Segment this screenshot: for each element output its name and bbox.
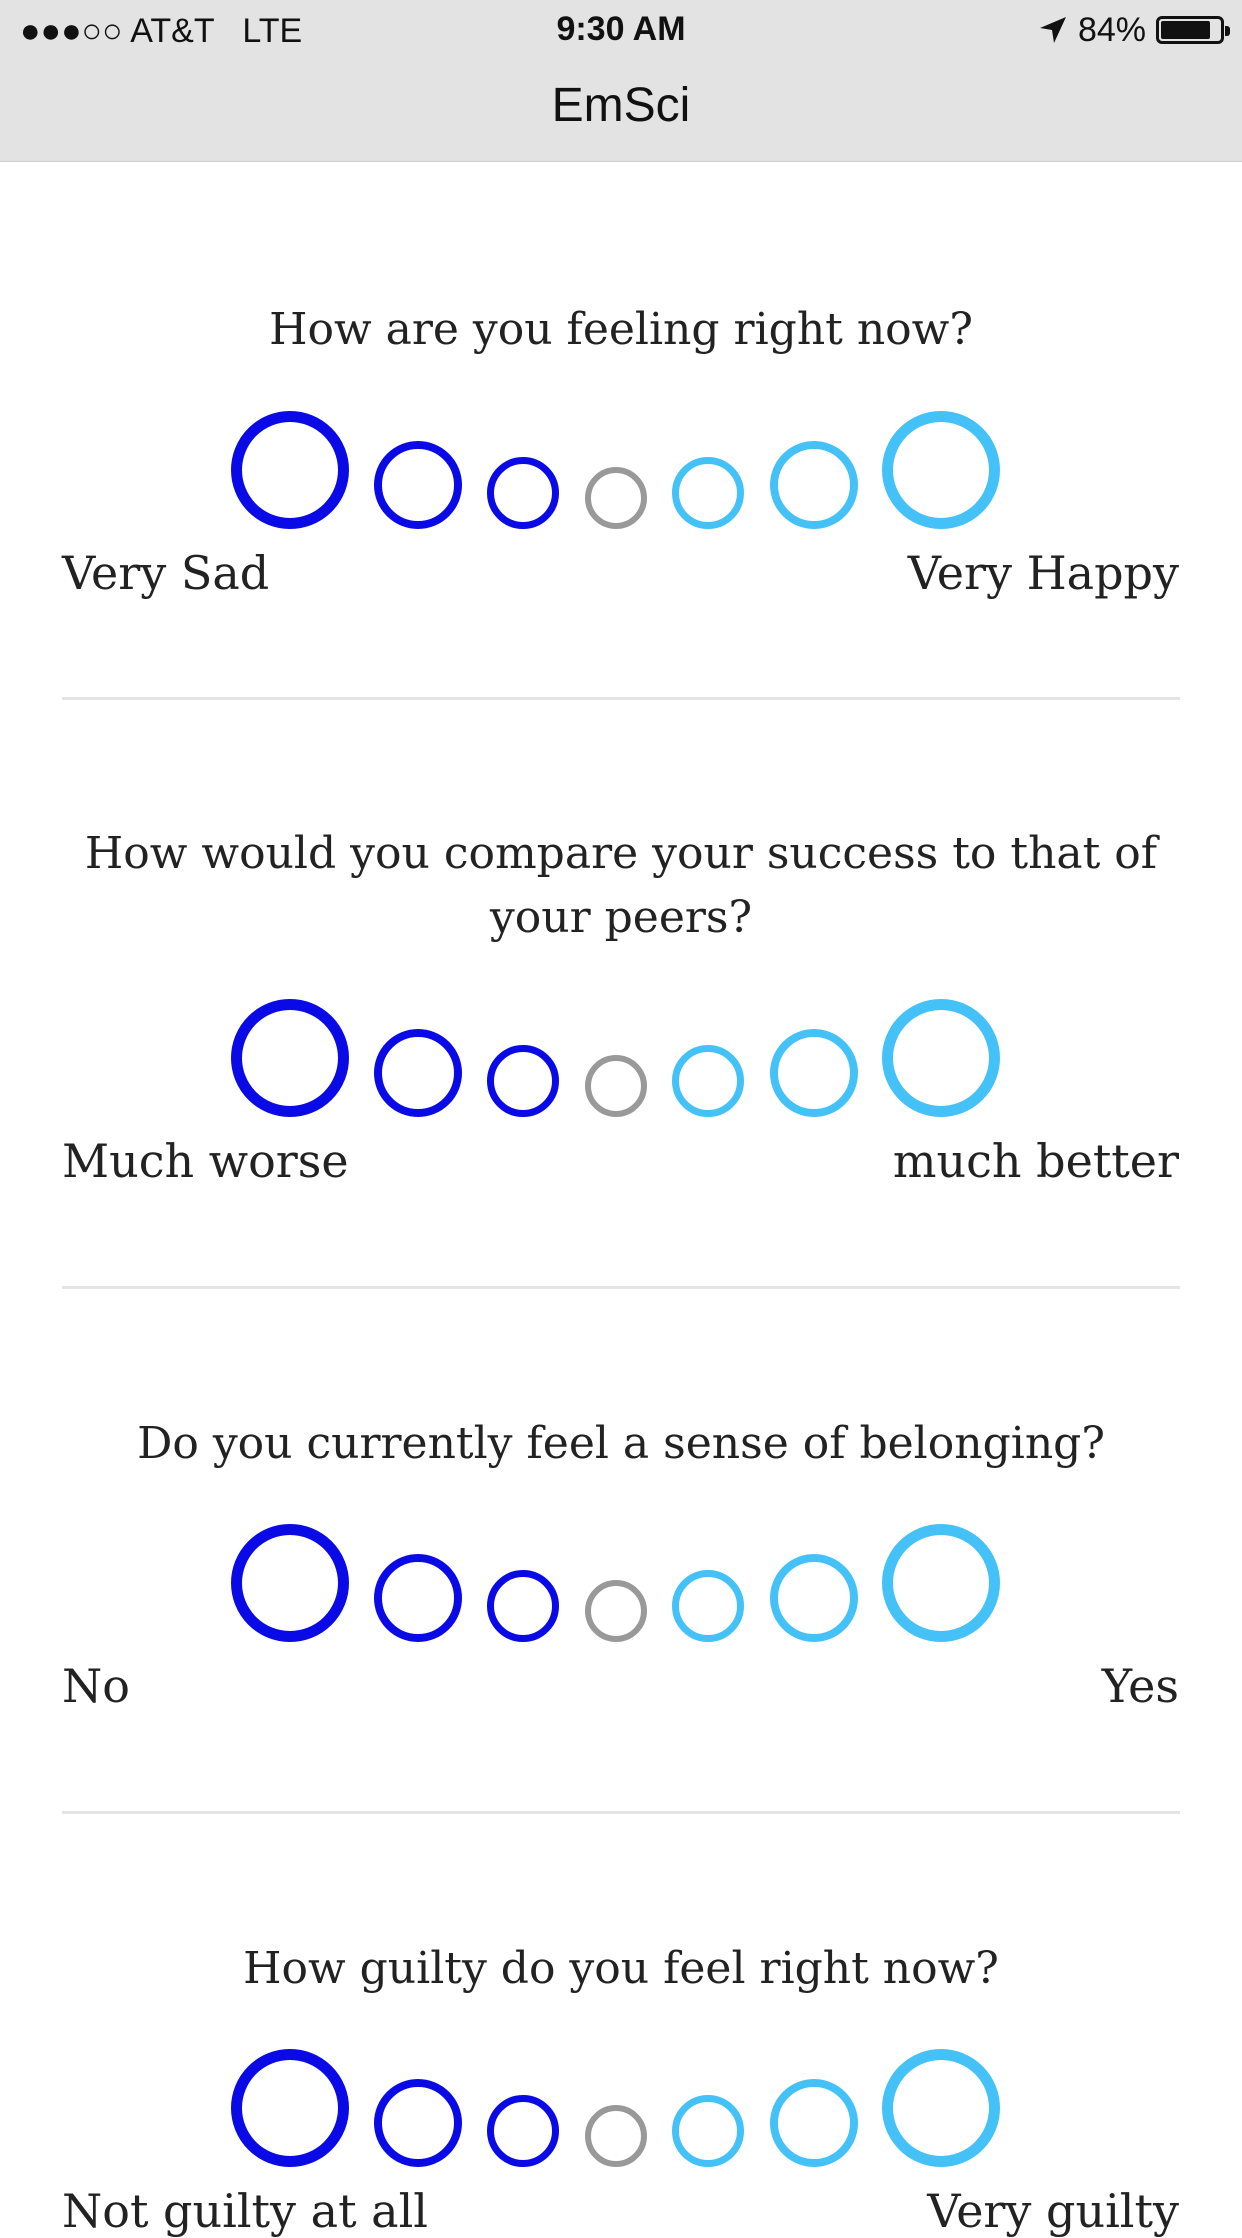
scale-left-label: Very Sad	[62, 546, 270, 600]
rating-option-7[interactable]	[882, 411, 1000, 529]
rating-option-1[interactable]	[231, 1524, 349, 1642]
scale-right-label: Very Happy	[907, 546, 1179, 600]
rating-option-1[interactable]	[231, 411, 349, 529]
rating-option-2[interactable]	[374, 1554, 462, 1642]
top-bar: ●●●○○ AT&T LTE 9:30 AM 84% EmSci	[0, 0, 1242, 162]
battery-icon	[1156, 16, 1230, 44]
rating-option-2[interactable]	[374, 2079, 462, 2167]
location-arrow-icon	[1039, 17, 1066, 43]
status-right-group: 84%	[1038, 10, 1230, 50]
rating-option-5[interactable]	[672, 1570, 744, 1642]
question-text: How are you feeling right now?	[269, 304, 973, 355]
rating-option-1[interactable]	[231, 2049, 349, 2167]
page-title: EmSci	[551, 79, 691, 132]
section-divider	[62, 1811, 1180, 1814]
rating-scale	[0, 998, 1242, 1128]
rating-option-6[interactable]	[770, 441, 858, 529]
section-divider	[62, 1286, 1180, 1289]
rating-option-3[interactable]	[487, 1570, 559, 1642]
rating-option-3[interactable]	[487, 457, 559, 529]
rating-option-4[interactable]	[585, 1580, 647, 1642]
rating-option-2[interactable]	[374, 441, 462, 529]
rating-option-7[interactable]	[882, 999, 1000, 1117]
rating-option-6[interactable]	[770, 1554, 858, 1642]
rating-option-5[interactable]	[672, 1045, 744, 1117]
scale-left-label: Not guilty at all	[62, 2184, 429, 2238]
rating-option-5[interactable]	[672, 2095, 744, 2167]
rating-option-7[interactable]	[882, 1524, 1000, 1642]
rating-scale	[0, 1523, 1242, 1653]
rating-option-4[interactable]	[585, 467, 647, 529]
scale-right-label: Yes	[1101, 1659, 1179, 1713]
rating-option-2[interactable]	[374, 1029, 462, 1117]
rating-scale	[0, 410, 1242, 540]
scale-left-label: Much worse	[62, 1134, 349, 1188]
rating-option-4[interactable]	[585, 2105, 647, 2167]
scale-right-label: Very guilty	[927, 2184, 1179, 2238]
rating-scale	[0, 2048, 1242, 2178]
question-text: How would you compare your success to th…	[84, 828, 1158, 943]
rating-option-3[interactable]	[487, 1045, 559, 1117]
rating-option-6[interactable]	[770, 2079, 858, 2167]
scale-right-label: much better	[892, 1134, 1179, 1188]
rating-option-1[interactable]	[231, 999, 349, 1117]
section-divider	[62, 697, 1180, 700]
rating-option-7[interactable]	[882, 2049, 1000, 2167]
rating-option-5[interactable]	[672, 457, 744, 529]
battery-percentage: 84%	[1077, 10, 1146, 49]
scale-left-label: No	[62, 1659, 130, 1713]
rating-option-6[interactable]	[770, 1029, 858, 1117]
question-text: How guilty do you feel right now?	[243, 1943, 999, 1994]
rating-option-3[interactable]	[487, 2095, 559, 2167]
rating-option-4[interactable]	[585, 1055, 647, 1117]
question-text: Do you currently feel a sense of belongi…	[137, 1418, 1105, 1469]
